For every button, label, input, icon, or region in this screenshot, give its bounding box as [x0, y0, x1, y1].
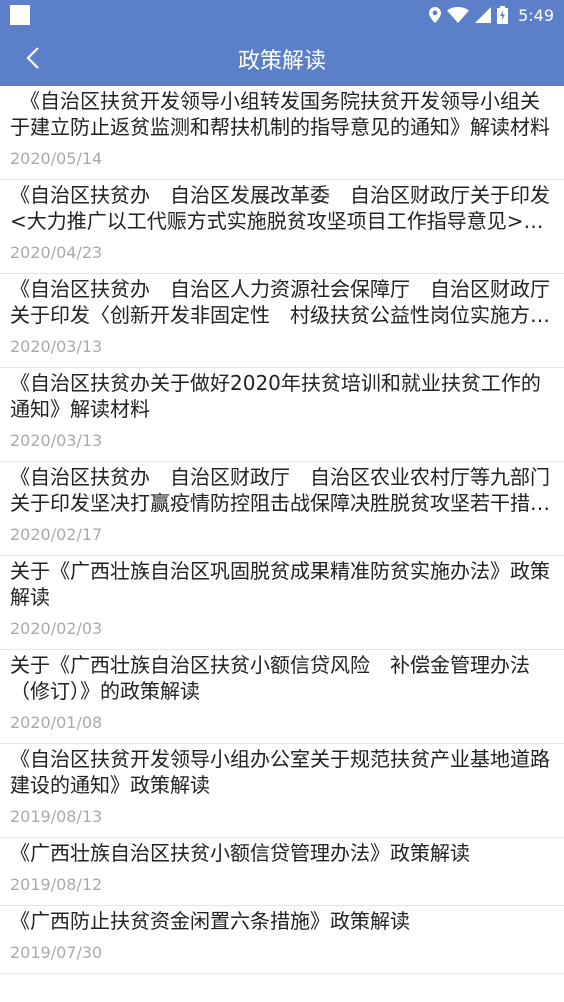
item-date: 2020/05/14: [10, 149, 103, 168]
item-title: 《广西防止扶贫资金闲置六条措施》政策解读: [10, 909, 410, 933]
item-title: 《自治区扶贫办 自治区财政厅 自治区农业农村厅等九部门关于印发坚决打赢疫情防控阻…: [10, 465, 550, 515]
item-title: 《广西壮族自治区扶贫小额信贷管理办法》政策解读: [10, 841, 470, 865]
item-title: 关于《广西壮族自治区巩固脱贫成果精准防贫实施办法》政策解读: [10, 559, 550, 609]
list-item[interactable]: 《自治区扶贫办 自治区发展改革委 自治区财政厅关于印发<大力推广以工代赈方式实施…: [0, 180, 564, 274]
item-date: 2020/02/17: [10, 525, 103, 544]
battery-icon: [497, 6, 509, 24]
status-icons: 5:49: [429, 4, 554, 26]
list-item[interactable]: 《自治区扶贫开发领导小组转发国务院扶贫开发领导小组关于建立防止返贫监测和帮扶机制…: [0, 86, 564, 180]
app-bar: 政策解读: [0, 30, 564, 86]
item-date: 2019/08/13: [10, 807, 103, 826]
signal-icon: [475, 7, 492, 23]
list-item[interactable]: 关于《广西壮族自治区扶贫小额信贷风险 补偿金管理办法（修订）》的政策解读 202…: [0, 650, 564, 744]
list-item[interactable]: 《广西防止扶贫资金闲置六条措施》政策解读 2019/07/30: [0, 906, 564, 974]
list-item[interactable]: 《自治区扶贫办 自治区财政厅 自治区农业农村厅等九部门关于印发坚决打赢疫情防控阻…: [0, 462, 564, 556]
location-icon: [429, 7, 442, 23]
list-item[interactable]: 《广西壮族自治区扶贫小额信贷管理办法》政策解读 2019/08/12: [0, 838, 564, 906]
notification-icon: [10, 5, 30, 25]
list-item[interactable]: 《自治区扶贫开发领导小组办公室关于规范扶贫产业基地道路建设的通知》政策解读 20…: [0, 744, 564, 838]
list-item[interactable]: 关于《广西壮族自治区巩固脱贫成果精准防贫实施办法》政策解读 2020/02/03: [0, 556, 564, 650]
item-date: 2019/08/12: [10, 875, 103, 894]
item-title: 《自治区扶贫开发领导小组转发国务院扶贫开发领导小组关于建立防止返贫监测和帮扶机制…: [10, 89, 550, 139]
item-date: 2019/07/30: [10, 943, 103, 962]
item-date: 2020/01/08: [10, 713, 103, 732]
item-title: 《自治区扶贫办 自治区发展改革委 自治区财政厅关于印发<大力推广以工代赈方式实施…: [10, 183, 550, 233]
item-title: 关于《广西壮族自治区扶贫小额信贷风险 补偿金管理办法（修订）》的政策解读: [10, 653, 530, 703]
item-title: 《自治区扶贫办关于做好2020年扶贫培训和就业扶贫工作的通知》解读材料: [10, 371, 541, 421]
item-date: 2020/04/23: [10, 243, 103, 262]
page-title: 政策解读: [237, 49, 326, 74]
item-date: 2020/03/13: [10, 431, 103, 450]
item-date: 2020/03/13: [10, 337, 103, 356]
list-item[interactable]: 《自治区扶贫办关于做好2020年扶贫培训和就业扶贫工作的通知》解读材料 2020…: [0, 368, 564, 462]
list-item[interactable]: 《自治区扶贫办 自治区人力资源社会保障厅 自治区财政厅关于印发〈创新开发非固定性…: [0, 274, 564, 368]
item-title: 《自治区扶贫办 自治区人力资源社会保障厅 自治区财政厅关于印发〈创新开发非固定性…: [10, 277, 550, 327]
policy-list: 《自治区扶贫开发领导小组转发国务院扶贫开发领导小组关于建立防止返贫监测和帮扶机制…: [0, 86, 564, 974]
item-title: 《自治区扶贫开发领导小组办公室关于规范扶贫产业基地道路建设的通知》政策解读: [10, 747, 550, 797]
item-date: 2020/02/03: [10, 619, 103, 638]
status-bar: 5:49: [0, 0, 564, 30]
status-time: 5:49: [518, 5, 554, 25]
wifi-icon: [447, 7, 470, 23]
